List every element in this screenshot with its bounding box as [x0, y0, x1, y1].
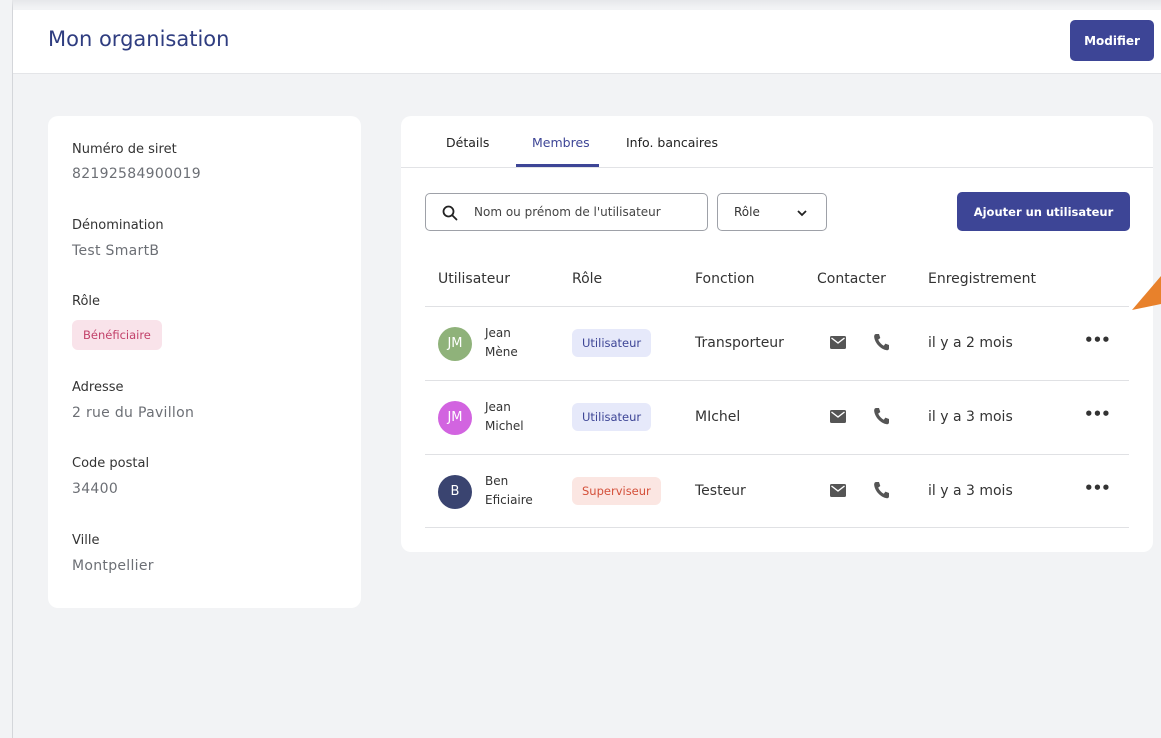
address-value: 2 rue du Pavillon: [72, 405, 195, 421]
page-header: Mon organisation Modifier: [13, 10, 1161, 74]
postal-code-field: Code postal 34400: [72, 456, 149, 497]
function-cell: Testeur: [695, 483, 746, 499]
add-user-button[interactable]: Ajouter un utilisateur: [957, 192, 1130, 231]
user-last-name: Mène: [485, 345, 518, 359]
top-shadow: [12, 0, 1161, 8]
avatar: JM: [438, 401, 472, 435]
siret-value: 82192584900019: [72, 166, 201, 182]
beneficiary-badge: Bénéficiaire: [72, 320, 162, 350]
page-title: Mon organisation: [48, 27, 230, 51]
more-options-icon[interactable]: •••: [1084, 479, 1111, 497]
column-header-user: Utilisateur: [438, 271, 511, 287]
postal-code-value: 34400: [72, 481, 119, 497]
edit-button[interactable]: Modifier: [1070, 20, 1154, 61]
function-cell: MIchel: [695, 409, 741, 425]
mail-icon[interactable]: [830, 336, 846, 349]
address-field: Adresse 2 rue du Pavillon: [72, 380, 194, 421]
phone-icon[interactable]: [873, 333, 889, 351]
role-label: Rôle: [72, 294, 101, 309]
registration-date: il y a 3 mois: [928, 409, 1013, 425]
annotation-arrow-icon: [1132, 276, 1161, 310]
search-placeholder: Nom ou prénom de l'utilisateur: [474, 205, 661, 219]
user-last-name: Michel: [485, 419, 524, 433]
city-value: Montpellier: [72, 558, 154, 574]
user-last-name: Eficiaire: [485, 493, 533, 507]
role-badge: Utilisateur: [572, 403, 652, 431]
siret-label: Numéro de siret: [72, 142, 177, 157]
divider: [425, 527, 1129, 528]
phone-icon[interactable]: [873, 407, 889, 425]
postal-code-label: Code postal: [72, 456, 150, 471]
phone-icon[interactable]: [873, 481, 889, 499]
search-icon: [442, 205, 458, 221]
denomination-label: Dénomination: [72, 218, 164, 233]
column-header-function: Fonction: [695, 271, 755, 287]
role-filter-select[interactable]: Rôle: [717, 193, 827, 231]
registration-date: il y a 3 mois: [928, 483, 1013, 499]
role-badge: Utilisateur: [572, 329, 652, 357]
user-name: Jean Mène: [485, 324, 518, 362]
mail-icon[interactable]: [830, 410, 846, 423]
tab-details[interactable]: Détails: [446, 135, 489, 150]
tab-members[interactable]: Membres: [532, 135, 590, 150]
siret-field: Numéro de siret 82192584900019: [72, 142, 201, 182]
user-first-name: Jean: [485, 400, 511, 414]
role-field: Rôle Bénéficiaire: [72, 294, 162, 350]
registration-date: il y a 2 mois: [928, 335, 1013, 351]
tab-bar: Détails Membres Info. bancaires: [401, 116, 1153, 168]
address-label: Adresse: [72, 380, 124, 395]
window-edge: [12, 0, 13, 738]
chevron-down-icon: [797, 210, 807, 217]
role-badge: Superviseur: [572, 477, 661, 505]
user-name: Jean Michel: [485, 398, 524, 436]
search-input[interactable]: Nom ou prénom de l'utilisateur: [425, 193, 708, 231]
more-options-icon[interactable]: •••: [1084, 405, 1111, 423]
denomination-value: Test SmartB: [72, 243, 160, 259]
column-header-registration: Enregistrement: [928, 271, 1037, 287]
organisation-info-card: Numéro de siret 82192584900019 Dénominat…: [48, 116, 361, 608]
city-field: Ville Montpellier: [72, 533, 154, 574]
table-row: JM Jean Michel Utilisateur MIchel il y a…: [401, 381, 1153, 454]
tab-bank-info[interactable]: Info. bancaires: [626, 135, 718, 150]
avatar: JM: [438, 327, 472, 361]
column-header-role: Rôle: [572, 271, 603, 287]
active-tab-indicator: [516, 164, 599, 167]
avatar: B: [438, 475, 472, 509]
more-options-icon[interactable]: •••: [1084, 331, 1111, 349]
table-row: B Ben Eficiaire Superviseur Testeur il y…: [401, 455, 1153, 528]
denomination-field: Dénomination Test SmartB: [72, 218, 164, 259]
city-label: Ville: [72, 533, 100, 548]
column-header-contact: Contacter: [817, 271, 886, 287]
user-name: Ben Eficiaire: [485, 472, 533, 510]
user-first-name: Ben: [485, 474, 509, 488]
mail-icon[interactable]: [830, 484, 846, 497]
role-filter-value: Rôle: [734, 205, 760, 219]
function-cell: Transporteur: [695, 335, 784, 351]
members-card: Détails Membres Info. bancaires Nom ou p…: [401, 116, 1153, 552]
table-row: JM Jean Mène Utilisateur Transporteur il…: [401, 307, 1153, 380]
user-first-name: Jean: [485, 326, 511, 340]
